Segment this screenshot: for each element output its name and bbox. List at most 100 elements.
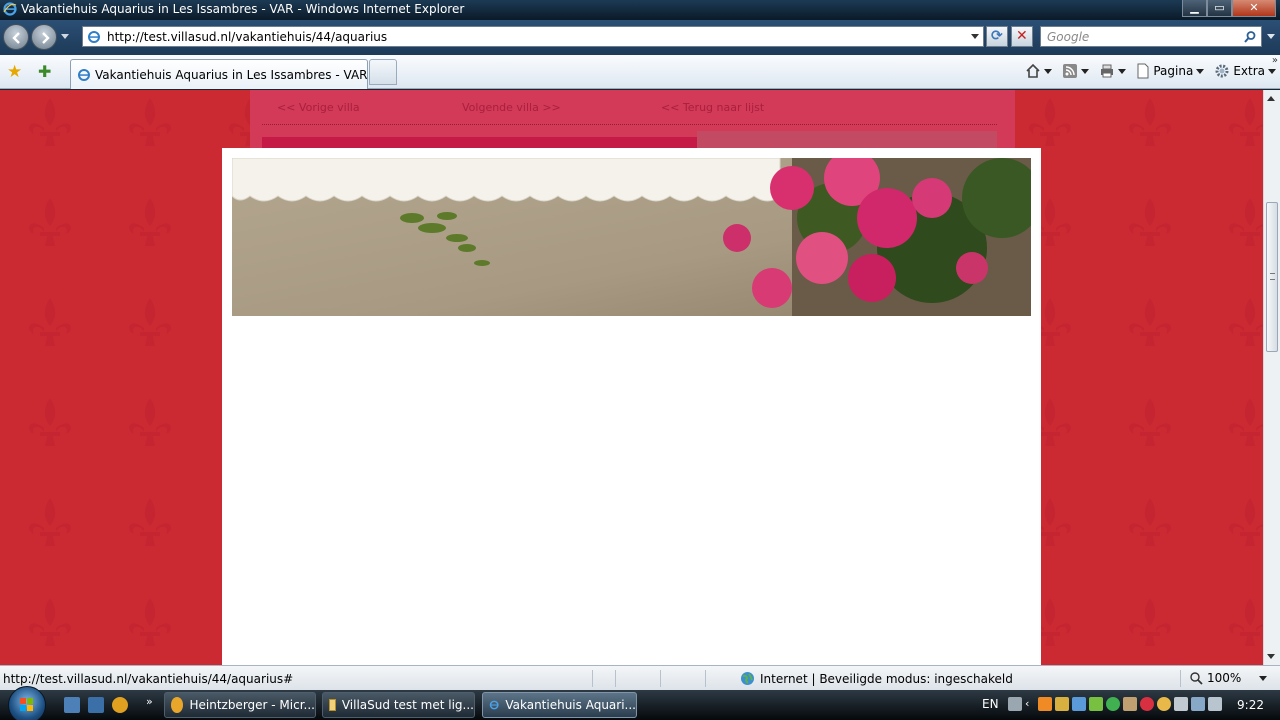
- title-bar: Vakantiehuis Aquarius in Les Issambres -…: [0, 0, 1280, 20]
- taskbar-button-villasud[interactable]: VillaSud test met lig...: [322, 692, 475, 718]
- gear-icon: [1215, 64, 1229, 78]
- refresh-button[interactable]: ⟳: [986, 26, 1008, 47]
- system-tray: EN ‹ 9:22: [970, 690, 1280, 720]
- back-arrow-icon: [12, 32, 20, 44]
- add-favorite-icon[interactable]: ✚: [38, 62, 51, 81]
- tray-expand-icon[interactable]: ‹: [1025, 697, 1035, 711]
- globe-icon: [741, 672, 754, 685]
- taskbar-button-vakantiehuis[interactable]: Vakantiehuis Aquari...: [482, 692, 637, 718]
- status-bar: http://test.villasud.nl/vakantiehuis/44/…: [0, 665, 1280, 690]
- address-url[interactable]: http://test.villasud.nl/vakantiehuis/44/…: [107, 30, 387, 44]
- scrollbar-thumb[interactable]: [1266, 202, 1278, 352]
- tray-app-icon[interactable]: [1140, 697, 1154, 711]
- tab-bar: ★ ✚ Vakantiehuis Aquarius in Les Issambr…: [0, 55, 1280, 89]
- language-indicator[interactable]: EN: [982, 697, 999, 711]
- tray-app-icon[interactable]: [1157, 697, 1171, 711]
- zoom-control[interactable]: 100%: [1190, 671, 1268, 685]
- taskbar-button-label: VillaSud test met lig...: [341, 698, 474, 712]
- tray-icons: ‹: [1008, 697, 1222, 711]
- address-dropdown-icon[interactable]: [971, 34, 979, 39]
- home-button[interactable]: [1025, 63, 1053, 79]
- printer-icon: [1101, 64, 1114, 78]
- window-title: Vakantiehuis Aquarius in Les Issambres -…: [21, 2, 465, 16]
- toolbar-overflow-icon[interactable]: »: [1272, 55, 1278, 66]
- status-divider: [1180, 670, 1181, 687]
- clock[interactable]: 9:22: [1237, 698, 1264, 712]
- minimize-button[interactable]: ▁: [1182, 0, 1207, 17]
- extra-menu-label: Extra: [1233, 64, 1265, 78]
- back-to-list-link[interactable]: << Terug naar lijst: [661, 101, 764, 114]
- back-button[interactable]: [3, 24, 29, 50]
- tray-app-icon[interactable]: [1106, 697, 1120, 711]
- tray-app-icon[interactable]: [1174, 697, 1188, 711]
- tray-app-icon[interactable]: [1055, 697, 1069, 711]
- print-dropdown-icon[interactable]: [1118, 68, 1127, 74]
- home-dropdown-icon[interactable]: [1044, 68, 1053, 74]
- search-icon[interactable]: [1243, 30, 1257, 44]
- page-menu-icon: [1137, 63, 1149, 79]
- keyboard-icon[interactable]: [1008, 697, 1022, 711]
- quick-launch: [64, 697, 128, 713]
- quick-launch-overflow-icon[interactable]: »: [146, 695, 153, 708]
- volume-icon[interactable]: [1208, 697, 1222, 711]
- search-provider-dropdown[interactable]: [1267, 34, 1275, 39]
- close-button[interactable]: ✕: [1232, 0, 1276, 17]
- favorites-star-icon[interactable]: ★: [7, 62, 22, 82]
- recent-pages-dropdown[interactable]: [61, 34, 69, 39]
- tray-app-icon[interactable]: [1038, 697, 1052, 711]
- security-zone-label: Internet | Beveiligde modus: ingeschakel…: [760, 671, 1013, 686]
- extra-menu-dropdown-icon: [1268, 68, 1276, 74]
- scrollbar-grip: [1270, 273, 1275, 280]
- scroll-up-arrow-icon[interactable]: [1267, 96, 1275, 101]
- zoom-dropdown-icon[interactable]: [1259, 675, 1268, 681]
- page-menu-dropdown-icon: [1196, 68, 1205, 74]
- page-menu-button[interactable]: Pagina: [1136, 63, 1205, 79]
- lightbox-overlay: [222, 148, 1041, 665]
- messenger-icon: [171, 697, 184, 713]
- next-villa-link[interactable]: Volgende villa >>: [462, 101, 561, 114]
- network-icon[interactable]: [1191, 697, 1205, 711]
- villa-photo[interactable]: [232, 158, 1031, 316]
- forward-button[interactable]: [31, 24, 57, 50]
- rss-feed-icon: [1063, 64, 1078, 78]
- search-placeholder: Google: [1047, 30, 1090, 44]
- status-divider: [705, 670, 706, 687]
- start-button[interactable]: [8, 686, 46, 720]
- new-tab-button[interactable]: [369, 59, 397, 85]
- mail-icon: [329, 699, 336, 711]
- feeds-button[interactable]: [1062, 63, 1090, 79]
- extra-menu-button[interactable]: Extra: [1214, 63, 1276, 79]
- taskbar-button-label: Heintzberger - Micr...: [189, 698, 315, 712]
- switch-windows-icon[interactable]: [88, 697, 104, 713]
- internet-explorer-icon: [3, 2, 17, 16]
- tray-app-icon[interactable]: [1123, 697, 1137, 711]
- prev-villa-link[interactable]: << Vorige villa: [277, 101, 360, 114]
- refresh-icon: ⟳: [991, 28, 1003, 44]
- navigation-bar: http://test.villasud.nl/vakantiehuis/44/…: [0, 20, 1280, 55]
- tray-app-icon[interactable]: [1089, 697, 1103, 711]
- vertical-scrollbar[interactable]: [1263, 90, 1280, 665]
- feeds-dropdown-icon[interactable]: [1081, 68, 1090, 74]
- forward-arrow-icon: [42, 32, 50, 44]
- scroll-down-arrow-icon[interactable]: [1267, 654, 1275, 659]
- taskbar-button-heintzberger[interactable]: Heintzberger - Micr...: [164, 692, 316, 718]
- search-box[interactable]: Google: [1040, 26, 1262, 47]
- stop-button[interactable]: ✕: [1011, 26, 1033, 47]
- security-zone[interactable]: Internet | Beveiligde modus: ingeschakel…: [740, 671, 1013, 686]
- window-controls: ▁ ▭ ✕: [1182, 0, 1276, 17]
- tab-vakantiehuis[interactable]: Vakantiehuis Aquarius in Les Issambres -…: [70, 59, 368, 89]
- show-desktop-icon[interactable]: [64, 697, 80, 713]
- command-bar: Pagina Extra: [1019, 63, 1276, 79]
- status-divider: [615, 670, 616, 687]
- page-icon: [88, 31, 100, 43]
- page-viewport: << Vorige villa Volgende villa >> << Ter…: [0, 90, 1263, 665]
- header-strip-photo: [697, 131, 997, 149]
- taskbar-button-label: Vakantiehuis Aquari...: [505, 698, 636, 712]
- tray-app-icon[interactable]: [1072, 697, 1086, 711]
- status-divider: [660, 670, 661, 687]
- address-bar[interactable]: http://test.villasud.nl/vakantiehuis/44/…: [82, 26, 984, 47]
- print-button[interactable]: [1099, 63, 1127, 79]
- maximize-button[interactable]: ▭: [1207, 0, 1232, 17]
- page-menu-label: Pagina: [1153, 64, 1194, 78]
- messenger-quick-icon[interactable]: [112, 697, 128, 713]
